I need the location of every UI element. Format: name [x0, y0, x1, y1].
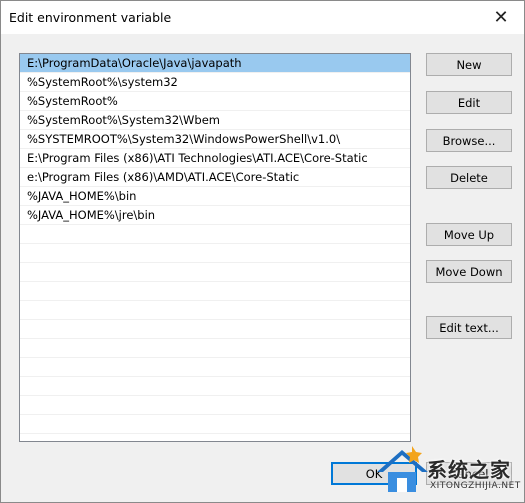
empty-list-row[interactable] — [20, 339, 410, 358]
cancel-button[interactable]: Cancel — [426, 462, 512, 485]
list-item[interactable]: %JAVA_HOME%\bin — [20, 187, 410, 206]
list-item[interactable]: e:\Program Files (x86)\AMD\ATI.ACE\Core-… — [20, 168, 410, 187]
title-bar: Edit environment variable ✕ — [1, 1, 524, 34]
empty-list-row[interactable] — [20, 320, 410, 339]
empty-list-row[interactable] — [20, 225, 410, 244]
move-up-button[interactable]: Move Up — [426, 223, 512, 246]
new-button[interactable]: New — [426, 53, 512, 76]
empty-list-row[interactable] — [20, 263, 410, 282]
dialog-title: Edit environment variable — [9, 10, 172, 25]
path-entries-list[interactable]: E:\ProgramData\Oracle\Java\javapath %Syst… — [19, 53, 411, 442]
edit-environment-variable-dialog: Edit environment variable ✕ E:\ProgramDa… — [0, 0, 525, 503]
list-item[interactable]: %JAVA_HOME%\jre\bin — [20, 206, 410, 225]
empty-list-row[interactable] — [20, 358, 410, 377]
close-icon: ✕ — [493, 7, 509, 28]
browse-button[interactable]: Browse... — [426, 129, 512, 152]
empty-list-row[interactable] — [20, 396, 410, 415]
delete-button[interactable]: Delete — [426, 166, 512, 189]
empty-list-row[interactable] — [20, 377, 410, 396]
edit-button[interactable]: Edit — [426, 91, 512, 114]
move-down-button[interactable]: Move Down — [426, 260, 512, 283]
list-item[interactable]: %SYSTEMROOT%\System32\WindowsPowerShell\… — [20, 130, 410, 149]
edit-text-button[interactable]: Edit text... — [426, 316, 512, 339]
empty-list-row[interactable] — [20, 244, 410, 263]
empty-list-row[interactable] — [20, 415, 410, 434]
ok-button[interactable]: OK — [331, 462, 417, 485]
list-item[interactable]: %SystemRoot%\system32 — [20, 73, 410, 92]
list-item[interactable]: E:\Program Files (x86)\ATI Technologies\… — [20, 149, 410, 168]
list-item[interactable]: %SystemRoot% — [20, 92, 410, 111]
empty-list-row[interactable] — [20, 301, 410, 320]
empty-list-row[interactable] — [20, 282, 410, 301]
close-button[interactable]: ✕ — [478, 1, 524, 34]
list-item[interactable]: E:\ProgramData\Oracle\Java\javapath — [20, 54, 410, 73]
list-item[interactable]: %SystemRoot%\System32\Wbem — [20, 111, 410, 130]
